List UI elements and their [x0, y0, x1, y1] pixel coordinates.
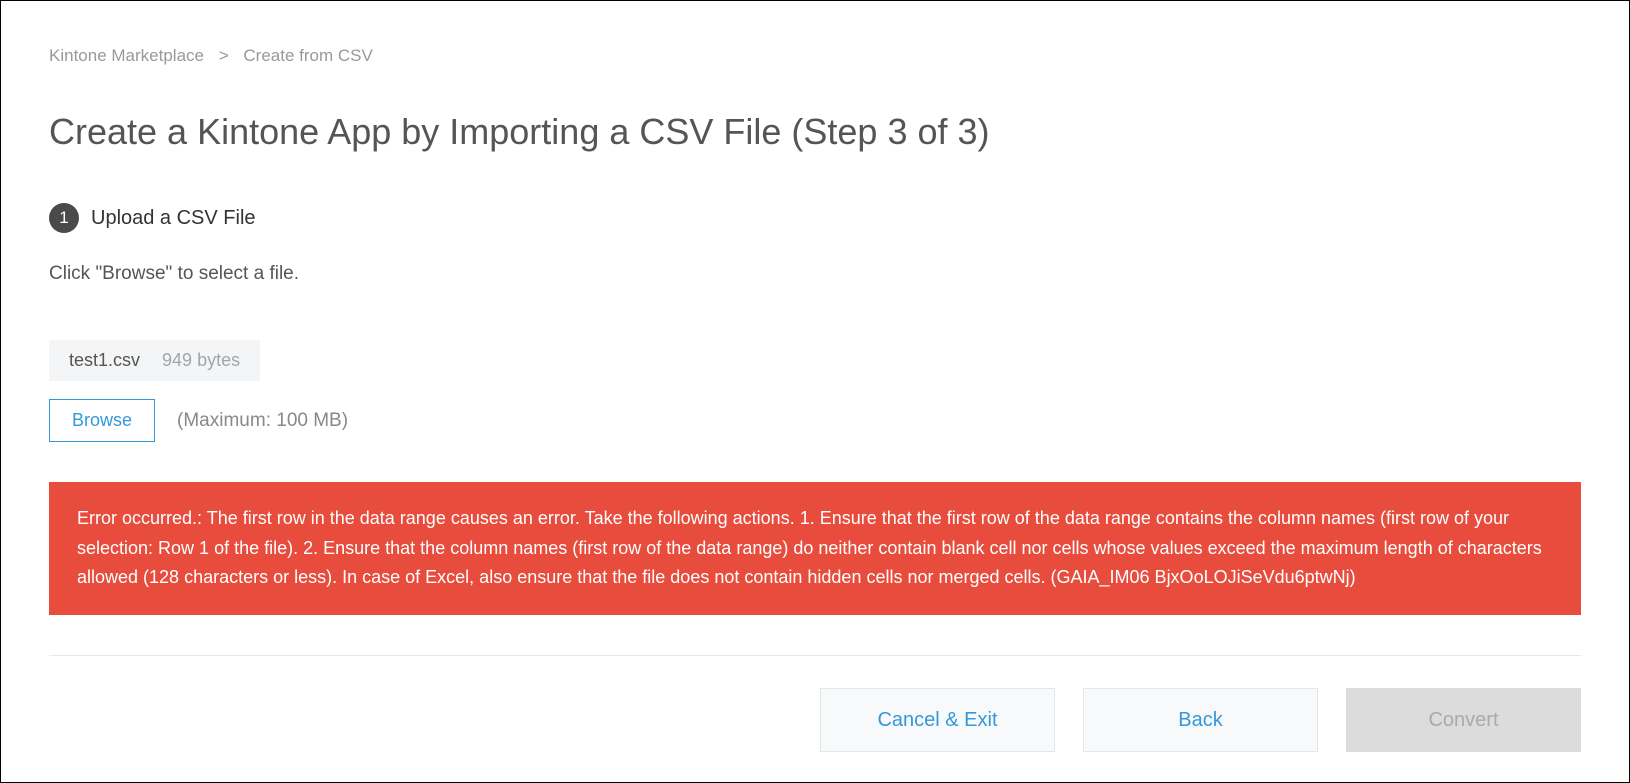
max-size-hint: (Maximum: 100 MB)	[177, 410, 348, 432]
page-title: Create a Kintone App by Importing a CSV …	[49, 111, 1581, 153]
step-number-badge: 1	[49, 203, 79, 233]
browse-row: Browse (Maximum: 100 MB)	[49, 399, 1581, 442]
file-size: 949 bytes	[162, 350, 240, 371]
breadcrumb-current: Create from CSV	[243, 46, 372, 65]
convert-button: Convert	[1346, 688, 1581, 752]
file-name: test1.csv	[69, 350, 140, 371]
step-title: Upload a CSV File	[91, 207, 256, 230]
step-header: 1 Upload a CSV File	[49, 203, 1581, 233]
browse-button[interactable]: Browse	[49, 399, 155, 442]
selected-file-row: test1.csv 949 bytes	[49, 340, 260, 381]
breadcrumb: Kintone Marketplace > Create from CSV	[49, 46, 1581, 66]
action-row: Cancel & Exit Back Convert	[49, 688, 1581, 752]
cancel-exit-button[interactable]: Cancel & Exit	[820, 688, 1055, 752]
breadcrumb-separator: >	[219, 46, 229, 65]
back-button[interactable]: Back	[1083, 688, 1318, 752]
divider	[49, 655, 1581, 656]
error-message-box: Error occurred.: The first row in the da…	[49, 482, 1581, 615]
breadcrumb-root-link[interactable]: Kintone Marketplace	[49, 46, 204, 65]
upload-instruction: Click "Browse" to select a file.	[49, 263, 1581, 285]
